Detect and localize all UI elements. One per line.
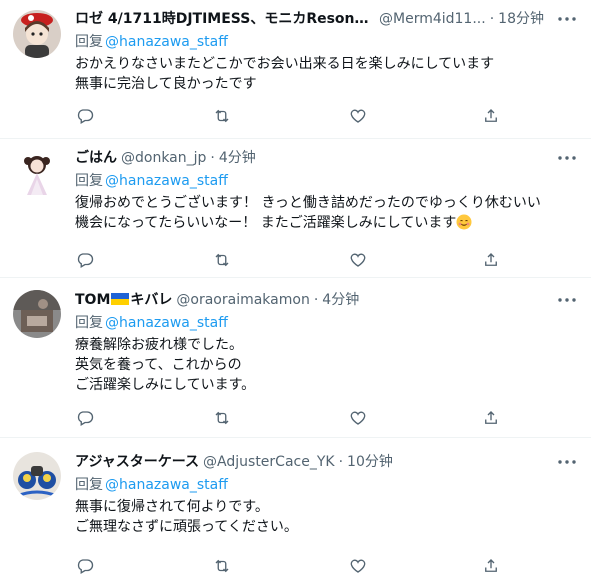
reply-icon[interactable] <box>75 556 95 576</box>
reply-mention[interactable]: @hanazawa_staff <box>105 315 228 331</box>
replying-to: 回复 @hanazawa_staff <box>75 170 577 192</box>
tweet-actions <box>75 106 505 126</box>
retweet-icon[interactable] <box>212 250 232 270</box>
reply-mention[interactable]: @hanazawa_staff <box>105 477 228 493</box>
tweet-actions <box>75 250 505 270</box>
like-icon[interactable] <box>348 556 368 576</box>
user-handle[interactable]: @Merm4id11... <box>379 9 486 29</box>
user-handle[interactable]: @donkan_jp <box>121 148 206 168</box>
like-icon[interactable] <box>348 250 368 270</box>
more-icon[interactable] <box>557 148 577 168</box>
smiling-face-with-hearts-icon <box>456 214 472 230</box>
timestamp[interactable]: 10分钟 <box>347 452 393 472</box>
tweet-text: おかえりなさいまたどこかでお会い出来る日を楽しみにしています 無事に完治して良か… <box>75 56 495 92</box>
share-icon[interactable] <box>481 250 501 270</box>
user-handle[interactable]: @oraoraimakamon <box>176 290 309 310</box>
avatar[interactable] <box>13 290 61 338</box>
separator-dot: · <box>313 292 319 308</box>
share-icon[interactable] <box>481 106 501 126</box>
display-name[interactable]: TOM キバレ <box>75 290 172 310</box>
reply-prefix: 回复 <box>75 315 103 331</box>
share-icon[interactable] <box>481 556 501 576</box>
reply-mention[interactable]: @hanazawa_staff <box>105 173 228 189</box>
separator-dot: · <box>489 11 495 27</box>
separator-dot: · <box>210 150 215 166</box>
tweet-actions <box>75 408 505 428</box>
like-icon[interactable] <box>348 408 368 428</box>
display-name[interactable]: アジャスターケース <box>75 452 199 472</box>
replying-to: 回复 @hanazawa_staff <box>75 31 577 53</box>
timestamp[interactable]: 4分钟 <box>322 290 359 310</box>
reply-icon[interactable] <box>75 250 95 270</box>
retweet-icon[interactable] <box>212 106 232 126</box>
separator-dot: · <box>338 454 344 470</box>
timestamp[interactable]: 18分钟 <box>498 9 544 29</box>
tweet[interactable]: ごはん @donkan_jp · 4分钟 回复 @hanazawa_staff 復… <box>0 139 591 278</box>
reply-prefix: 回复 <box>75 477 103 493</box>
reply-icon[interactable] <box>75 106 95 126</box>
reply-mention[interactable]: @hanazawa_staff <box>105 34 228 50</box>
ukraine-flag-icon <box>111 293 130 305</box>
tweet[interactable]: アジャスターケース @AdjusterCace_YK · 10分钟 回复 @han… <box>0 438 591 581</box>
tweet-text: 復帰おめでとうございます！ きっと働き詰めだったのでゆっくり休むいい 機会になっ… <box>75 193 577 233</box>
user-handle[interactable]: @AdjusterCace_YK <box>203 452 335 472</box>
more-icon[interactable] <box>557 9 577 29</box>
retweet-icon[interactable] <box>212 556 232 576</box>
tweet[interactable]: ロゼ 4/1711時DJTIMESS、モニカResonan... @Merm4i… <box>0 0 591 139</box>
replying-to: 回复 @hanazawa_staff <box>75 474 577 496</box>
share-icon[interactable] <box>481 408 501 428</box>
more-icon[interactable] <box>557 290 577 310</box>
more-icon[interactable] <box>557 452 577 472</box>
display-name[interactable]: ごはん <box>75 148 117 168</box>
reply-prefix: 回复 <box>75 34 103 50</box>
reply-prefix: 回复 <box>75 173 103 189</box>
avatar[interactable] <box>13 10 61 58</box>
reply-icon[interactable] <box>75 408 95 428</box>
avatar[interactable] <box>13 149 61 197</box>
display-name-suffix: キバレ <box>130 292 173 308</box>
tweet-text: 療養解除お疲れ様でした。 英気を養って、これからの ご活躍楽しみにしています。 <box>75 337 256 393</box>
like-icon[interactable] <box>348 106 368 126</box>
retweet-icon[interactable] <box>212 408 232 428</box>
display-name-prefix: TOM <box>75 292 111 308</box>
tweet-actions <box>75 556 505 576</box>
tweet[interactable]: TOM キバレ @oraoraimakamon · 4分钟 回复 @hanazawa… <box>0 278 591 438</box>
avatar[interactable] <box>13 452 61 500</box>
display-name[interactable]: ロゼ 4/1711時DJTIMESS、モニカResonan... <box>75 9 375 29</box>
timestamp[interactable]: 4分钟 <box>219 148 256 168</box>
replying-to: 回复 @hanazawa_staff <box>75 312 577 334</box>
tweet-text: 無事に復帰されて何よりです。 ご無理なさずに頑張ってください。 <box>75 499 298 535</box>
